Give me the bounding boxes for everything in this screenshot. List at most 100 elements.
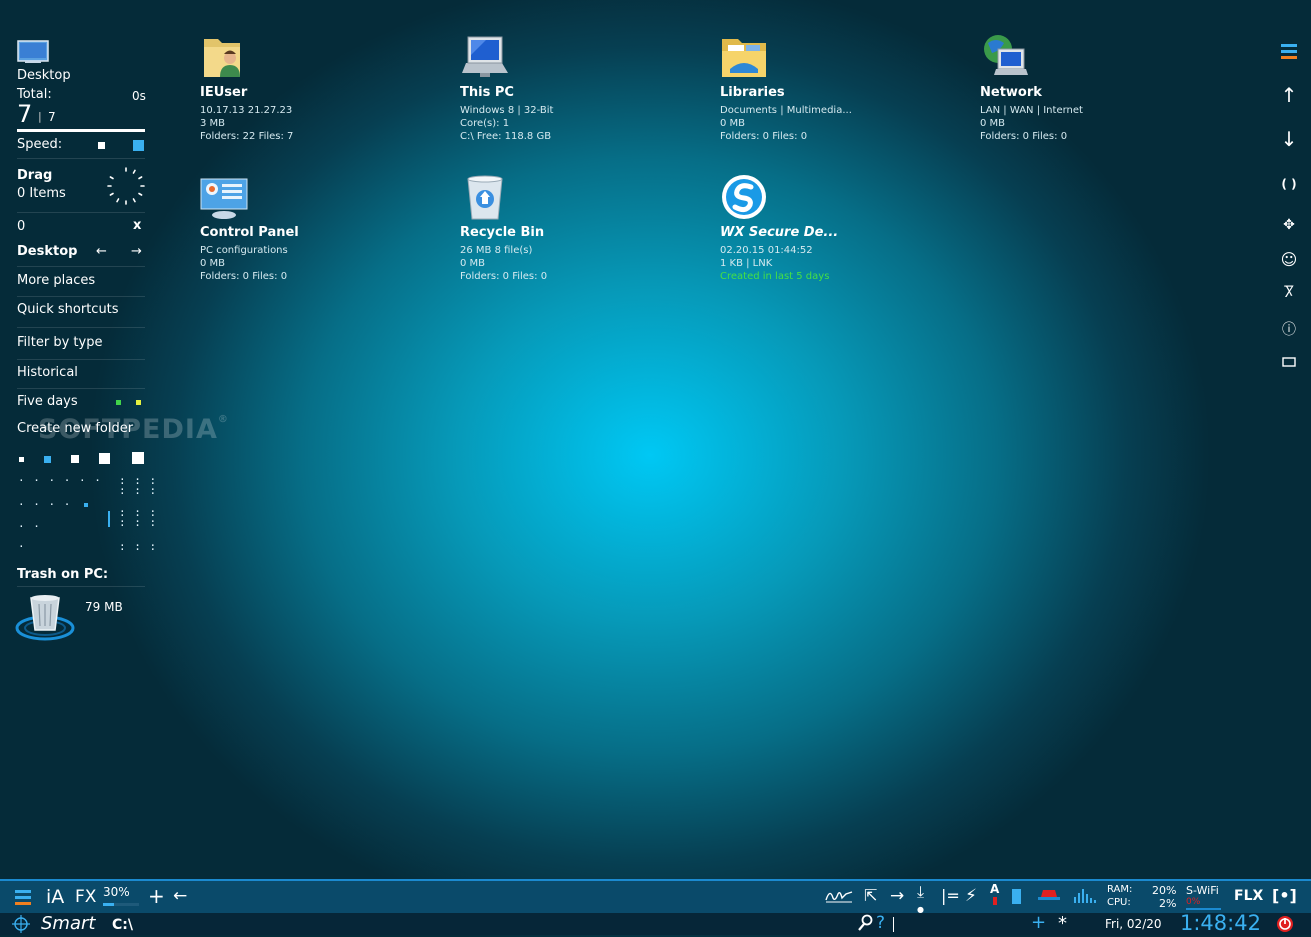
- ram-value: 20%: [1152, 884, 1177, 897]
- add-tab-button[interactable]: +: [1031, 912, 1046, 933]
- drag-items: 0 Items: [17, 186, 66, 201]
- smiley-icon[interactable]: ☺: [1276, 246, 1302, 272]
- desktop-icon-detail: 26 MB 8 file(s): [460, 245, 533, 256]
- desktop-icon-network[interactable]: Network LAN | WAN | Internet 0 MB Folder…: [980, 33, 1230, 145]
- desktop-icon-detail: Folders: 0 Files: 0: [720, 131, 808, 142]
- path-display[interactable]: C:\: [112, 917, 133, 933]
- speed-slow-toggle[interactable]: [98, 142, 105, 149]
- align-icon[interactable]: |=: [941, 886, 960, 905]
- speed-fast-toggle[interactable]: [133, 140, 144, 151]
- layout-dots-row-3[interactable]: · ·: [18, 520, 41, 533]
- icon-size-s[interactable]: [44, 456, 51, 463]
- desktop-icon-name: IEUser: [200, 85, 248, 100]
- info-icon[interactable]: ⓘ: [1276, 316, 1302, 342]
- forward-arrow-icon[interactable]: →: [890, 886, 904, 906]
- awareness-ribbon-icon[interactable]: Ⴟ: [1276, 280, 1302, 306]
- desktop-icon-detail: 3 MB: [200, 118, 226, 129]
- power-icon[interactable]: [1276, 915, 1294, 937]
- item-count-small: 7: [48, 110, 56, 124]
- desktop-icon-libraries[interactable]: Libraries Documents | Multimedia... 0 MB…: [720, 33, 970, 145]
- wifi-value: 0%: [1186, 897, 1201, 907]
- nav-forward-arrow-icon[interactable]: →: [131, 244, 142, 259]
- help-button[interactable]: ?: [876, 913, 885, 933]
- desktop-icon-name: Control Panel: [200, 225, 299, 240]
- desktop-icon-ieuser[interactable]: IEUser 10.17.13 21.27.23 3 MB Folders: 2…: [200, 33, 450, 145]
- search-icon[interactable]: [857, 914, 873, 936]
- desktop-icon-wx-secure[interactable]: WX Secure De... 02.20.15 01:44:52 1 KB |…: [720, 173, 970, 285]
- undo-pointer-icon[interactable]: ⇱: [864, 886, 877, 905]
- scroll-down-arrow-icon[interactable]: ↓: [1276, 126, 1302, 152]
- left-sidebar: Desktop Total: 0s 7 | 7 Speed: Drag 0 It…: [0, 0, 228, 880]
- desktop-icon-detail: Folders: 0 Files: 0: [200, 271, 288, 282]
- desktop-icon-this-pc[interactable]: This PC Windows 8 | 32-Bit Core(s): 1 C:…: [460, 33, 710, 145]
- text-cursor: [893, 917, 894, 932]
- five-days-indicator-yellow: [136, 400, 141, 405]
- count-progress-bar: [17, 129, 145, 132]
- desktop-icon-detail: LAN | WAN | Internet: [980, 105, 1083, 116]
- desktop-icon-detail: 1 KB | LNK: [720, 258, 773, 269]
- layout-dots-row-1[interactable]: · · · · · ·: [18, 474, 102, 487]
- alert-monitor-icon[interactable]: [1037, 887, 1061, 907]
- layout-grid-1[interactable]: : : :: : :: [119, 475, 157, 496]
- desktop-icon-name: Network: [980, 85, 1042, 100]
- desktop-icon-control-panel[interactable]: Control Panel PC configurations 0 MB Fol…: [200, 173, 450, 285]
- smart-label[interactable]: Smart: [41, 913, 95, 934]
- layout-dots-row-4[interactable]: ·: [18, 540, 26, 553]
- trash-bin-icon[interactable]: [15, 590, 75, 644]
- desktop-monitor-icon[interactable]: [17, 40, 49, 64]
- drag-spinner-icon: [106, 166, 146, 206]
- user-folder-icon: [200, 33, 250, 83]
- taskbar-menu-icon[interactable]: [14, 888, 32, 910]
- recycle-bin-icon: [460, 173, 510, 223]
- computer-icon: [460, 33, 510, 83]
- back-button[interactable]: ←: [173, 886, 187, 906]
- desktop-icon-detail: 0 MB: [200, 258, 226, 269]
- trash-size: 79 MB: [85, 600, 123, 614]
- nav-back-arrow-icon[interactable]: ←: [96, 244, 107, 259]
- flx-button[interactable]: FLX: [1234, 888, 1263, 904]
- window-icon[interactable]: [1276, 349, 1302, 375]
- menu-filter-by-type[interactable]: Filter by type: [17, 335, 102, 350]
- add-button[interactable]: +: [148, 884, 165, 908]
- trash-label: Trash on PC:: [17, 567, 109, 582]
- icon-size-l[interactable]: [99, 453, 110, 464]
- move-icon[interactable]: ✥: [1276, 212, 1302, 238]
- menu-five-days[interactable]: Five days: [17, 394, 78, 409]
- fullscreen-button[interactable]: [•]: [1272, 886, 1297, 905]
- fx-button[interactable]: FX: [75, 887, 96, 907]
- menu-quick-shortcuts[interactable]: Quick shortcuts: [17, 302, 119, 317]
- icon-size-xs[interactable]: [19, 457, 24, 462]
- ia-button[interactable]: iA: [46, 886, 64, 908]
- total-time: 0s: [132, 89, 146, 103]
- menu-historical[interactable]: Historical: [17, 365, 78, 380]
- layout-selected-bar: [108, 511, 110, 527]
- battery-icon[interactable]: [1012, 889, 1021, 904]
- activity-icon[interactable]: ⚡: [965, 886, 977, 906]
- signature-icon[interactable]: [824, 886, 854, 909]
- signal-bars-icon[interactable]: [1073, 887, 1097, 907]
- opacity-track[interactable]: [103, 903, 139, 906]
- icon-size-m[interactable]: [71, 455, 79, 463]
- desktop-label: Desktop: [17, 68, 71, 83]
- asterisk-button[interactable]: *: [1058, 913, 1067, 934]
- desktop-icon-recycle-bin[interactable]: Recycle Bin 26 MB 8 file(s) 0 MB Folders…: [460, 173, 710, 285]
- menu-create-new-folder[interactable]: Create new folder: [17, 421, 133, 436]
- clear-button[interactable]: x: [133, 218, 141, 233]
- layout-grid-3[interactable]: : : :: [119, 540, 157, 553]
- five-days-indicator-green: [116, 400, 121, 405]
- scroll-up-arrow-icon[interactable]: ↑: [1276, 82, 1302, 108]
- status-bar: Smart C:\ ? + * Fri, 02/20 1:48:42: [0, 911, 1311, 937]
- layout-grid-2[interactable]: : : :: : :: [119, 507, 157, 528]
- refresh-icon[interactable]: ( ): [1276, 171, 1302, 197]
- taskbar: iA FX 30% + ← ⇱ → ⤓ ● |= ⚡ A RAM: CPU: 2…: [0, 879, 1311, 915]
- menu-hamburger-icon[interactable]: [1276, 38, 1302, 64]
- font-size-icon[interactable]: A: [990, 883, 999, 907]
- crosshair-icon[interactable]: [12, 915, 30, 937]
- layout-dots-row-2[interactable]: · · · ·: [18, 498, 71, 511]
- icon-size-xl[interactable]: [132, 452, 144, 464]
- desktop-icon-detail: 10.17.13 21.27.23: [200, 105, 293, 116]
- opacity-percent[interactable]: 30%: [103, 885, 130, 899]
- desktop-icon-detail: PC configurations: [200, 245, 288, 256]
- menu-more-places[interactable]: More places: [17, 273, 95, 288]
- desktop-icon-name: This PC: [460, 85, 514, 100]
